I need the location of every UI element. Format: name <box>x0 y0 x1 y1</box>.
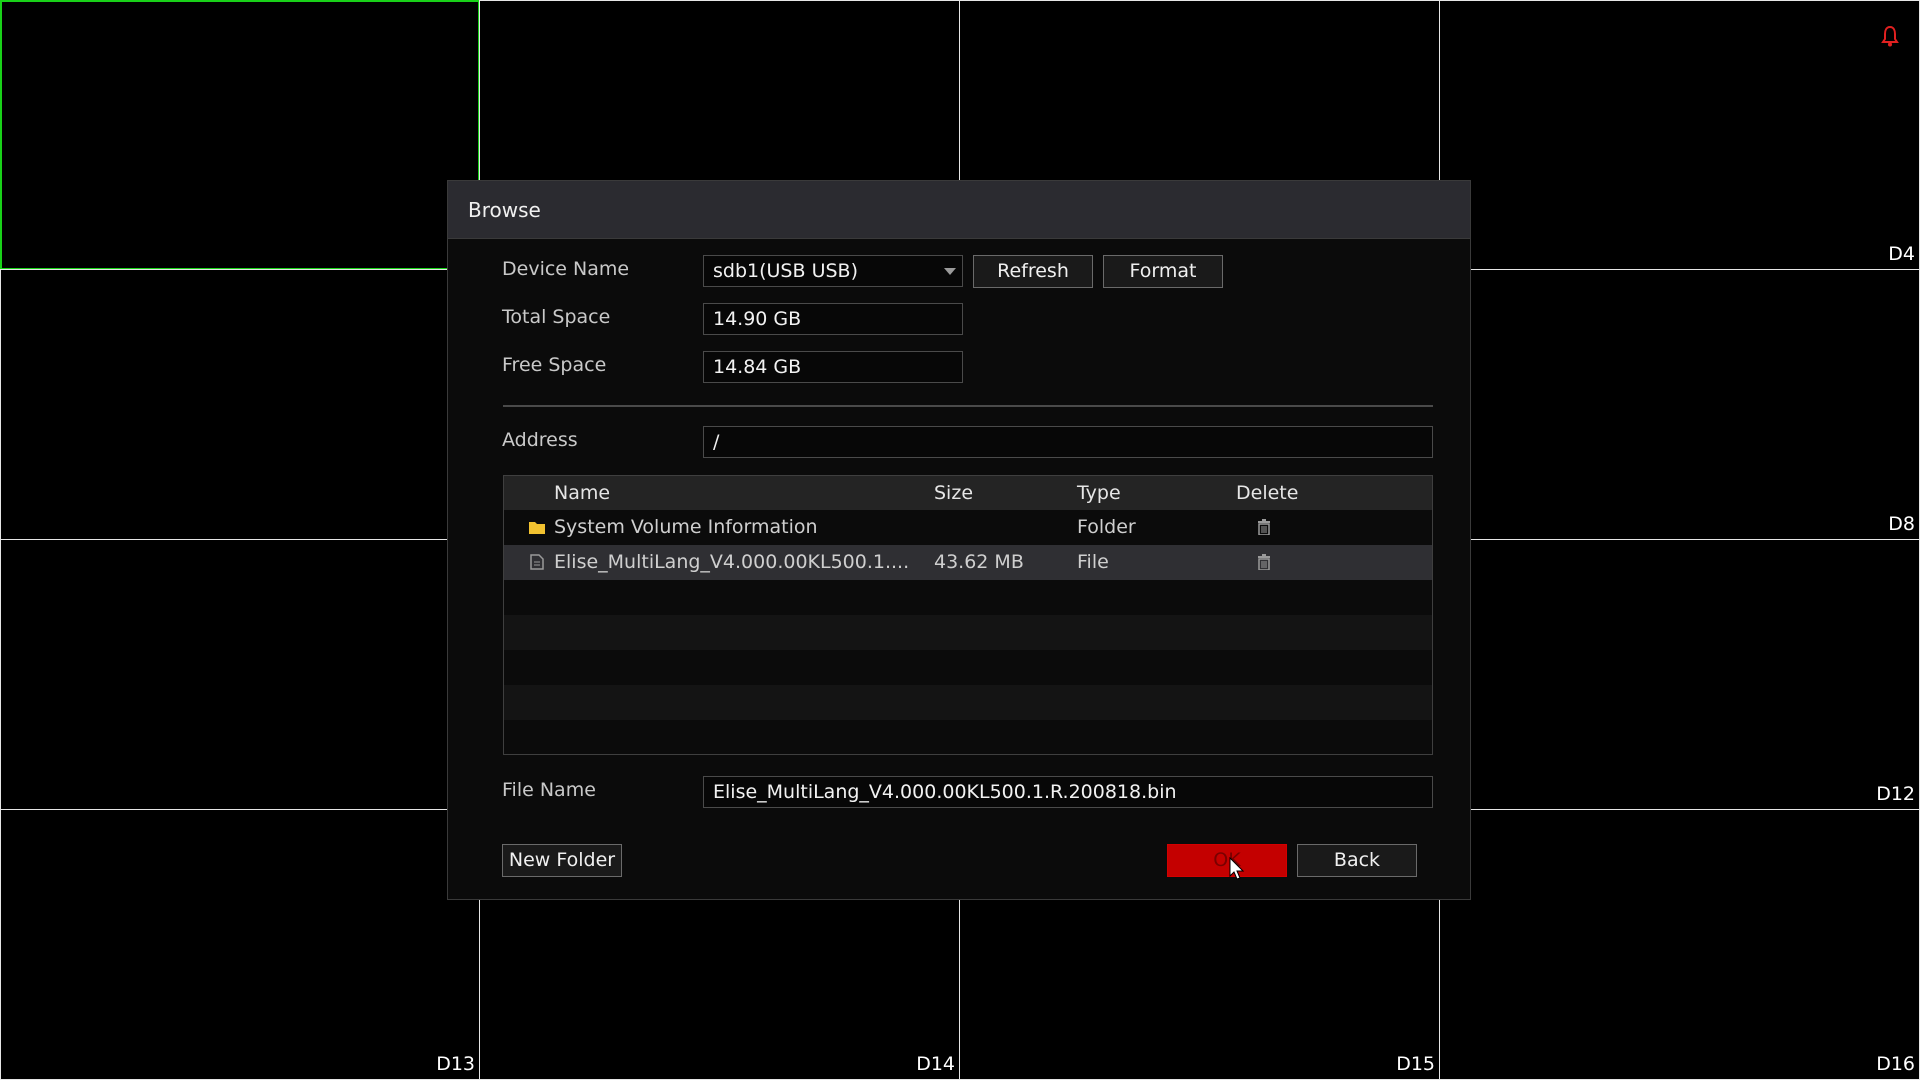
free-space-label: Free Space <box>502 354 607 376</box>
browse-dialog: Browse Device Name sdb1(USB USB) Refresh… <box>447 180 1471 900</box>
device-name-value: sdb1(USB USB) <box>713 260 858 282</box>
file-type-cell: File <box>1077 551 1109 573</box>
file-name-label: File Name <box>502 779 596 801</box>
address-field[interactable]: / <box>703 426 1433 458</box>
back-button[interactable]: Back <box>1297 844 1417 877</box>
alarm-bell-icon[interactable] <box>1881 25 1899 47</box>
channel-label-d16: D16 <box>1876 1053 1915 1075</box>
channel-cell-d1[interactable] <box>0 0 480 270</box>
file-name-cell: System Volume Information <box>554 516 818 538</box>
channel-label-d15: D15 <box>1396 1053 1435 1075</box>
column-header-delete: Delete <box>1236 482 1299 504</box>
channel-cell-d13[interactable]: D13 <box>0 809 480 1080</box>
trash-icon[interactable] <box>1257 554 1271 570</box>
table-row[interactable]: System Volume Information Folder <box>504 510 1432 545</box>
total-space-label: Total Space <box>502 306 611 328</box>
channel-cell-d5[interactable] <box>0 269 480 540</box>
channel-label-d13: D13 <box>436 1053 475 1075</box>
file-type-cell: Folder <box>1077 516 1136 538</box>
channel-label-d8: D8 <box>1888 513 1915 535</box>
channel-label-d12: D12 <box>1876 783 1915 805</box>
table-row-empty <box>504 685 1432 720</box>
table-row-empty <box>504 720 1432 755</box>
file-icon <box>530 554 544 570</box>
format-button[interactable]: Format <box>1103 255 1223 288</box>
column-header-size[interactable]: Size <box>934 476 973 510</box>
channel-cell-d8[interactable]: D8 <box>1439 269 1920 540</box>
mouse-cursor-icon <box>1229 857 1245 880</box>
table-row-empty <box>504 580 1432 615</box>
trash-icon[interactable] <box>1257 519 1271 535</box>
file-name-cell: Elise_MultiLang_V4.000.00KL500.1.... <box>554 551 910 573</box>
table-header: Name Size Type Delete <box>504 476 1432 510</box>
channel-cell-d12[interactable]: D12 <box>1439 539 1920 810</box>
channel-label-d4: D4 <box>1888 243 1915 265</box>
table-row-empty <box>504 615 1432 650</box>
column-header-name[interactable]: Name <box>554 476 610 510</box>
refresh-button[interactable]: Refresh <box>973 255 1093 288</box>
chevron-down-icon <box>944 268 956 275</box>
total-space-field: 14.90 GB <box>703 303 963 335</box>
file-table: Name Size Type Delete System Volume Info… <box>503 475 1433 755</box>
file-size-cell: 43.62 MB <box>934 551 1024 573</box>
address-label: Address <box>502 429 578 451</box>
free-space-field: 14.84 GB <box>703 351 963 383</box>
column-header-type[interactable]: Type <box>1077 476 1121 510</box>
channel-label-d14: D14 <box>916 1053 955 1075</box>
ok-button[interactable]: OK <box>1167 844 1287 877</box>
table-row-empty <box>504 650 1432 685</box>
table-row-selected[interactable]: Elise_MultiLang_V4.000.00KL500.1.... 43.… <box>504 545 1432 580</box>
divider <box>503 405 1433 407</box>
channel-cell-d4[interactable]: D4 <box>1439 0 1920 270</box>
device-name-select[interactable]: sdb1(USB USB) <box>703 255 963 287</box>
file-name-field[interactable]: Elise_MultiLang_V4.000.00KL500.1.R.20081… <box>703 776 1433 808</box>
folder-icon <box>529 522 545 534</box>
channel-cell-d16[interactable]: D16 <box>1439 809 1920 1080</box>
channel-cell-d9[interactable] <box>0 539 480 810</box>
dialog-title: Browse <box>448 181 1470 239</box>
device-name-label: Device Name <box>502 258 630 280</box>
new-folder-button[interactable]: New Folder <box>502 844 622 877</box>
